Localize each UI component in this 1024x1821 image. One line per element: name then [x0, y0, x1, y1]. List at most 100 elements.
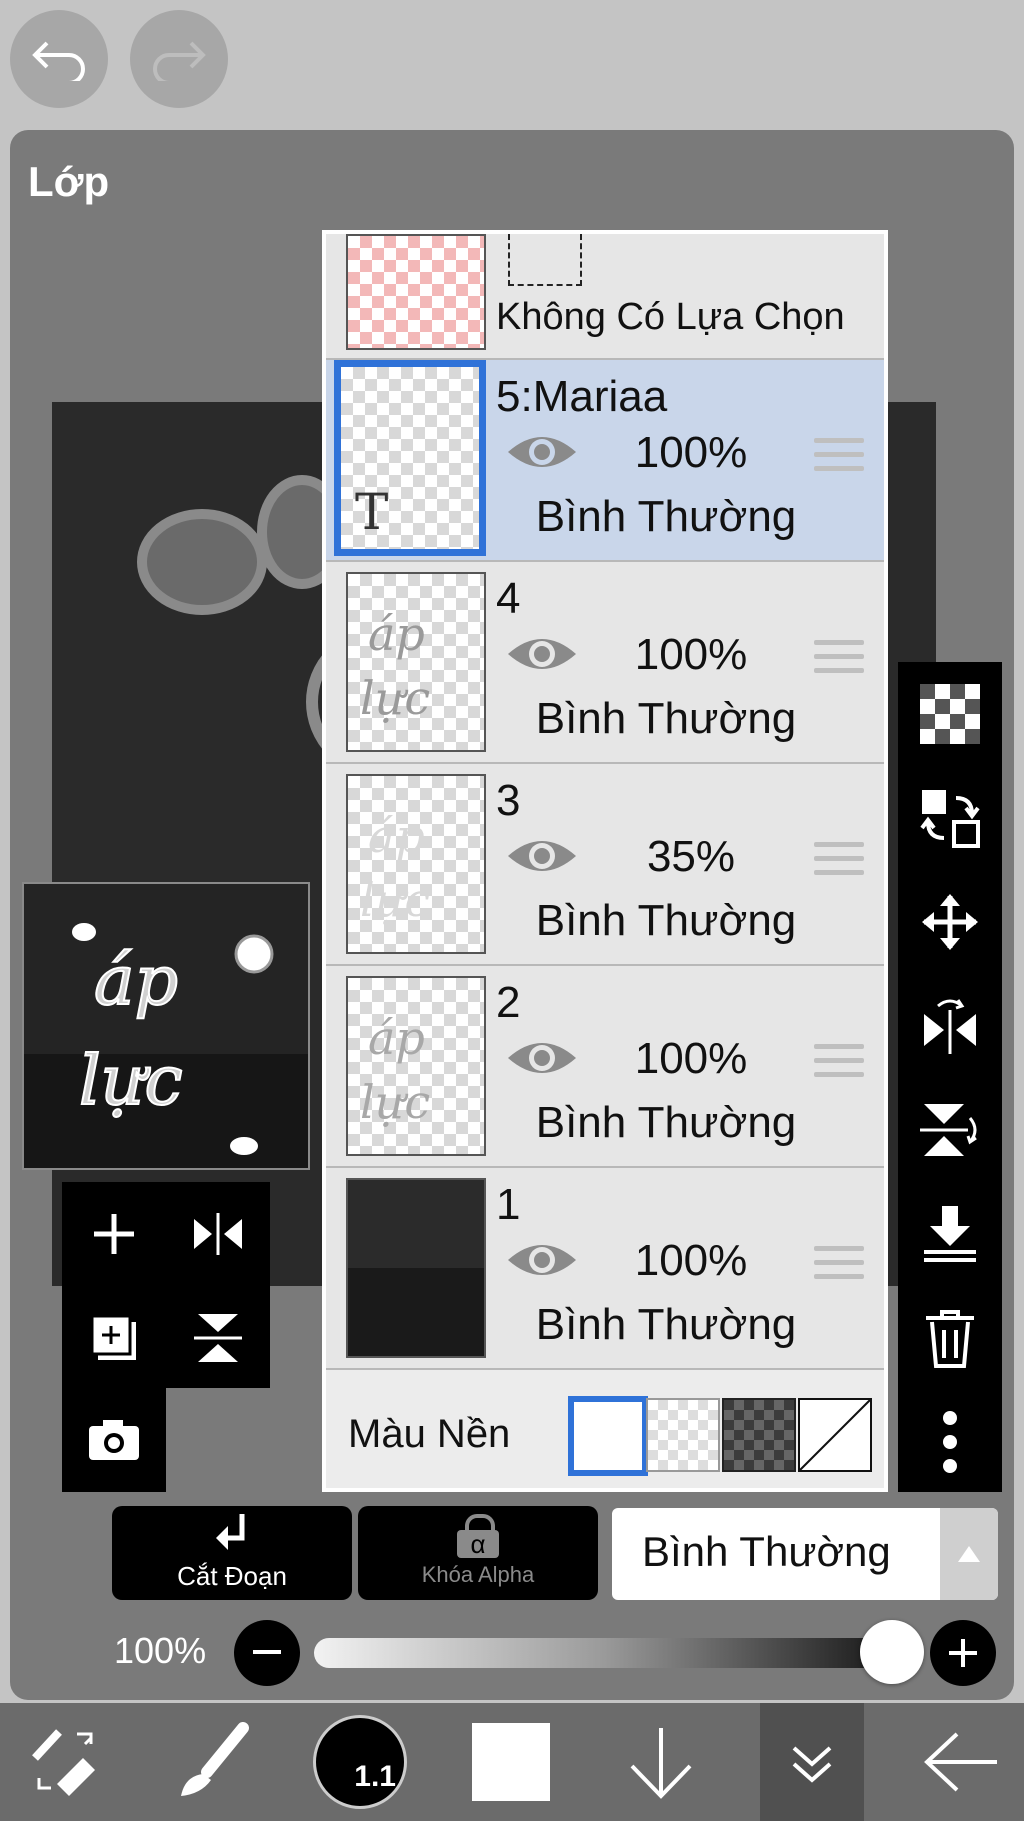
more-options-button[interactable] — [898, 1390, 1002, 1494]
layer-row[interactable]: áp lực 3 35% Bình Thường — [326, 764, 884, 966]
layer-thumbnail: áp lực — [346, 976, 486, 1156]
background-transparent-dark-option[interactable] — [722, 1398, 796, 1472]
alpha-symbol: α — [457, 1530, 499, 1558]
visibility-eye-icon[interactable] — [506, 1036, 578, 1080]
brush-size-label: 1.1 — [354, 1760, 396, 1793]
layer-row[interactable]: áp lực 2 100% Bình Thường — [326, 966, 884, 1168]
canvas-thumbnail[interactable]: áp lực — [22, 882, 310, 1170]
drag-handle-icon[interactable] — [814, 1044, 864, 1086]
opacity-slider-track[interactable] — [314, 1638, 894, 1668]
add-layer-button[interactable] — [62, 1182, 166, 1286]
layer-blend-mode: Bình Thường — [535, 896, 797, 945]
layer-thumbnail: áp lực — [346, 572, 486, 752]
layer-opacity: 100% — [634, 428, 748, 477]
arrow-left-icon — [924, 1732, 997, 1792]
selection-label: Không Có Lựa Chọn — [496, 296, 845, 338]
opacity-slider-thumb[interactable] — [860, 1620, 924, 1684]
background-white-option[interactable] — [568, 1396, 648, 1476]
svg-text:lực: lực — [79, 1042, 183, 1121]
minus-icon — [253, 1650, 281, 1654]
layer-opacity: 100% — [634, 630, 748, 679]
drag-handle-icon[interactable] — [814, 1246, 864, 1288]
back-button[interactable] — [906, 1703, 1016, 1821]
current-color-swatch — [472, 1723, 550, 1801]
clipping-button[interactable]: Cắt Đoạn — [112, 1506, 352, 1600]
camera-icon — [89, 1420, 139, 1460]
layers-toggle-button[interactable] — [760, 1703, 864, 1821]
layer-thumbnail — [346, 1178, 486, 1358]
undo-icon — [32, 41, 85, 81]
visibility-eye-icon[interactable] — [506, 834, 578, 878]
layer-opacity: 35% — [646, 832, 736, 881]
layer-3-art: áp lực — [360, 809, 430, 927]
drag-handle-icon[interactable] — [814, 438, 864, 480]
flip-vertical-icon — [920, 1104, 977, 1156]
drag-handle-icon[interactable] — [814, 842, 864, 884]
duplicate-layer-button[interactable] — [62, 1286, 166, 1390]
blend-mode-select[interactable]: Bình Thường — [612, 1508, 998, 1600]
layer-opacity: 100% — [634, 1236, 748, 1285]
layer-down-button[interactable] — [606, 1703, 716, 1821]
layer-4-art: áp lực — [360, 607, 430, 725]
bottom-toolbar: 1.1 — [0, 1703, 1024, 1821]
layer-blend-mode: Bình Thường — [535, 492, 797, 541]
double-chevron-down-icon — [792, 1746, 832, 1783]
flip-vertical-icon — [194, 1314, 242, 1362]
layer-name: 3 — [496, 776, 521, 825]
merge-down-icon — [924, 1206, 976, 1262]
layer-row[interactable]: T 5:Mariaa 100% Bình Thường — [326, 360, 884, 562]
undo-button[interactable] — [10, 10, 108, 108]
svg-text:lực: lực — [360, 873, 430, 927]
clipping-label: Cắt Đoạn — [177, 1561, 287, 1591]
layer-opacity: 100% — [634, 1034, 748, 1083]
alpha-lock-button[interactable]: α Khóa Alpha — [358, 1506, 598, 1600]
visibility-eye-icon[interactable] — [506, 430, 578, 474]
move-button[interactable] — [898, 870, 1002, 974]
layer-row[interactable]: áp lực 4 100% Bình Thường — [326, 562, 884, 764]
svg-text:áp: áp — [94, 942, 178, 1021]
delete-layer-button[interactable] — [898, 1286, 1002, 1390]
lock-icon: α — [457, 1514, 499, 1558]
color-button[interactable] — [456, 1703, 566, 1821]
flip-vertical-layer-button[interactable] — [898, 1078, 1002, 1182]
layer-name: 4 — [496, 574, 521, 623]
drag-handle-icon[interactable] — [814, 640, 864, 682]
visibility-eye-icon[interactable] — [506, 632, 578, 676]
opacity-increase-button[interactable] — [930, 1620, 996, 1686]
layer-thumbnail: T — [334, 360, 486, 556]
layer-name: 1 — [496, 1180, 521, 1229]
camera-button[interactable] — [62, 1388, 166, 1492]
plus-icon — [949, 1639, 977, 1667]
layer-name: 5:Mariaa — [496, 372, 668, 421]
layer-thumbnail: áp lực — [346, 774, 486, 954]
transparency-button[interactable] — [898, 662, 1002, 766]
checkerboard-icon — [920, 684, 980, 744]
layer-2-art: áp lực — [360, 1011, 430, 1129]
swap-icon — [920, 790, 980, 848]
swap-layers-button[interactable] — [898, 766, 1002, 870]
redo-button[interactable] — [130, 10, 228, 108]
right-toolbar — [898, 662, 1002, 1492]
plus-icon — [94, 1214, 134, 1254]
selection-row[interactable]: Không Có Lựa Chọn — [326, 234, 884, 360]
background-none-option[interactable] — [798, 1398, 872, 1472]
duplicate-icon — [90, 1314, 136, 1360]
selection-thumbnail — [346, 234, 486, 350]
layer-name: 2 — [496, 978, 521, 1027]
opacity-decrease-button[interactable] — [234, 1620, 300, 1686]
flip-vertical-button[interactable] — [166, 1286, 270, 1390]
flip-horizontal-icon — [924, 999, 976, 1054]
layer-blend-mode: Bình Thường — [535, 1300, 797, 1349]
alpha-lock-label: Khóa Alpha — [421, 1562, 535, 1587]
flip-horizontal-button[interactable] — [166, 1182, 270, 1286]
layer-row[interactable]: 1 100% Bình Thường — [326, 1168, 884, 1370]
layers-list: Không Có Lựa Chọn T 5:Mariaa 100% Bình T… — [322, 230, 888, 1492]
brush-tool-button[interactable] — [156, 1703, 266, 1821]
tool-switch-button[interactable] — [10, 1703, 120, 1821]
brush-size-button[interactable]: 1.1 — [300, 1703, 420, 1821]
merge-down-button[interactable] — [898, 1182, 1002, 1286]
visibility-eye-icon[interactable] — [506, 1238, 578, 1282]
background-transparent-light-option[interactable] — [646, 1398, 720, 1472]
chevron-up-icon[interactable] — [940, 1508, 998, 1600]
flip-horizontal-layer-button[interactable] — [898, 974, 1002, 1078]
